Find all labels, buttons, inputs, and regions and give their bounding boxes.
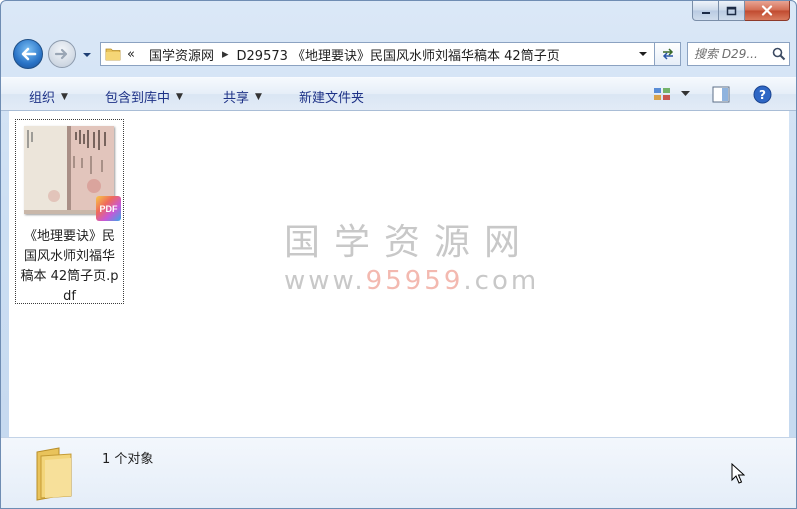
dropdown-arrow-icon: ▼ [61,91,68,102]
search-icon[interactable] [772,47,786,61]
maximize-button[interactable] [719,1,745,21]
caption-buttons [692,1,790,22]
search-input[interactable] [688,47,772,61]
maximize-icon [726,6,737,15]
command-bar: 组织 ▼ 包含到库中 ▼ 共享 ▼ 新建文件夹 ? [1,77,796,111]
file-list-view[interactable]: PDF 《地理要诀》民国风水师刘福华稿本 42筒子页.pdf 国学资源网 www… [9,111,789,437]
refresh-button[interactable] [655,42,681,66]
close-button[interactable] [745,1,790,21]
minimize-button[interactable] [692,1,719,21]
navigation-bar: « 国学资源网 ▸ D29573 《地理要诀》民国风水师刘福华稿本 42筒子页 [1,37,796,69]
share-label: 共享 [223,91,250,106]
refresh-icon [662,48,673,60]
explorer-window: « 国学资源网 ▸ D29573 《地理要诀》民国风水师刘福华稿本 42筒子页 … [0,0,797,509]
organize-button[interactable]: 组织 ▼ [29,87,68,106]
dropdown-arrow-icon: ▼ [255,91,262,102]
search-box[interactable] [687,42,790,66]
address-bar[interactable]: « 国学资源网 ▸ D29573 《地理要诀》民国风水师刘福华稿本 42筒子页 [100,42,655,66]
file-item[interactable]: PDF 《地理要诀》民国风水师刘福华稿本 42筒子页.pdf [15,119,124,304]
item-count: 1 个对象 [102,452,154,467]
folder-icon [36,447,72,501]
recent-pages-button[interactable] [81,49,93,61]
forward-button[interactable] [48,40,76,68]
watermark: 国学资源网 www.95959.com [284,222,536,296]
watermark-title: 国学资源网 [284,222,535,263]
dropdown-arrow-icon: ▼ [176,91,183,102]
new-folder-button[interactable]: 新建文件夹 [299,87,364,106]
details-pane: 1 个对象 [1,437,796,508]
share-button[interactable]: 共享 ▼ [223,87,262,106]
organize-label: 组织 [29,91,56,106]
watermark-url-prefix: www. [284,266,366,296]
chevron-down-icon[interactable] [638,49,648,59]
include-in-library-button[interactable]: 包含到库中 ▼ [105,87,183,106]
preview-pane-icon[interactable] [712,86,730,103]
watermark-url: www.95959.com [284,266,536,296]
svg-text:?: ? [759,88,766,102]
mouse-pointer-icon [731,463,745,484]
folder-icon [105,48,121,61]
minimize-icon [701,11,710,14]
breadcrumb-separator-icon[interactable]: ▸ [222,47,229,62]
breadcrumb-overflow[interactable]: « [127,47,135,62]
watermark-url-suffix: .com [463,266,540,296]
chevron-down-icon[interactable] [681,91,690,97]
back-button[interactable] [13,39,43,69]
new-folder-label: 新建文件夹 [299,91,365,106]
arrow-left-icon [21,47,37,61]
include-in-library-label: 包含到库中 [105,91,171,106]
change-view-icon[interactable] [653,86,671,102]
chevron-down-icon [83,53,91,57]
help-icon[interactable]: ? [753,85,772,104]
close-icon [761,5,773,16]
arrow-right-icon [54,48,68,60]
watermark-url-highlight: 95959 [365,266,464,296]
breadcrumb-item-current[interactable]: D29573 《地理要诀》民国风水师刘福华稿本 42筒子页 [237,45,560,64]
pdf-file-icon: PDF [96,196,121,221]
breadcrumb-item-root[interactable]: 国学资源网 [149,45,214,64]
file-name: 《地理要诀》民国风水师刘福华稿本 42筒子页.pdf [20,229,119,304]
